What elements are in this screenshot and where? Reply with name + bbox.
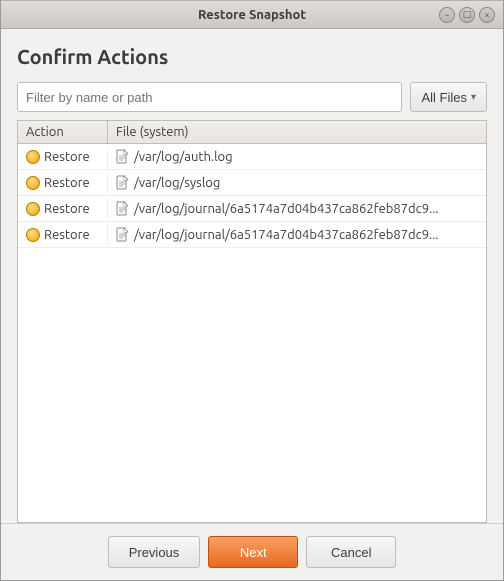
table-header: Action File (system) (18, 121, 486, 144)
filter-input[interactable] (17, 82, 402, 112)
file-cell: /var/log/journal/6a5174a7d04b437ca862feb… (108, 224, 486, 246)
window: Restore Snapshot − □ × Confirm Actions A… (0, 0, 504, 581)
restore-icon (26, 176, 40, 190)
action-cell: Restore (18, 225, 108, 245)
action-label: Restore (44, 150, 90, 164)
maximize-button[interactable]: □ (459, 7, 475, 23)
restore-icon (26, 202, 40, 216)
action-label: Restore (44, 176, 90, 190)
file-path: /var/log/journal/6a5174a7d04b437ca862feb… (134, 228, 439, 242)
file-cell: /var/log/journal/6a5174a7d04b437ca862feb… (108, 198, 486, 220)
table-row[interactable]: Restore (18, 144, 486, 170)
table-row[interactable]: Restore (18, 222, 486, 248)
footer: Previous Next Cancel (1, 523, 503, 580)
file-cell: /var/log/auth.log (108, 146, 486, 168)
table-body: Restore (18, 144, 486, 522)
header-action: Action (18, 121, 108, 143)
table-row[interactable]: Restore (18, 170, 486, 196)
all-files-label: All Files (421, 90, 467, 105)
file-icon (116, 201, 130, 217)
previous-button[interactable]: Previous (108, 536, 201, 568)
file-path: /var/log/syslog (134, 176, 220, 190)
cancel-button[interactable]: Cancel (306, 536, 396, 568)
action-label: Restore (44, 202, 90, 216)
file-path: /var/log/journal/6a5174a7d04b437ca862feb… (134, 202, 439, 216)
page-title: Confirm Actions (17, 45, 487, 68)
restore-icon (26, 150, 40, 164)
content: Confirm Actions All Files ▾ Action File … (1, 29, 503, 523)
action-cell: Restore (18, 173, 108, 193)
action-cell: Restore (18, 199, 108, 219)
file-table: Action File (system) Restore (17, 120, 487, 523)
toolbar: All Files ▾ (17, 82, 487, 112)
dropdown-arrow-icon: ▾ (471, 92, 476, 103)
close-button[interactable]: × (479, 7, 495, 23)
header-file: File (system) (108, 121, 486, 143)
file-cell: /var/log/syslog (108, 172, 486, 194)
next-button[interactable]: Next (208, 536, 298, 568)
file-icon (116, 149, 130, 165)
action-cell: Restore (18, 147, 108, 167)
file-icon (116, 227, 130, 243)
minimize-button[interactable]: − (439, 7, 455, 23)
file-icon (116, 175, 130, 191)
titlebar-buttons: − □ × (439, 7, 495, 23)
all-files-button[interactable]: All Files ▾ (410, 82, 487, 112)
action-label: Restore (44, 228, 90, 242)
window-title: Restore Snapshot (198, 8, 306, 22)
restore-icon (26, 228, 40, 242)
file-path: /var/log/auth.log (134, 150, 233, 164)
table-row[interactable]: Restore (18, 196, 486, 222)
titlebar: Restore Snapshot − □ × (1, 1, 503, 29)
